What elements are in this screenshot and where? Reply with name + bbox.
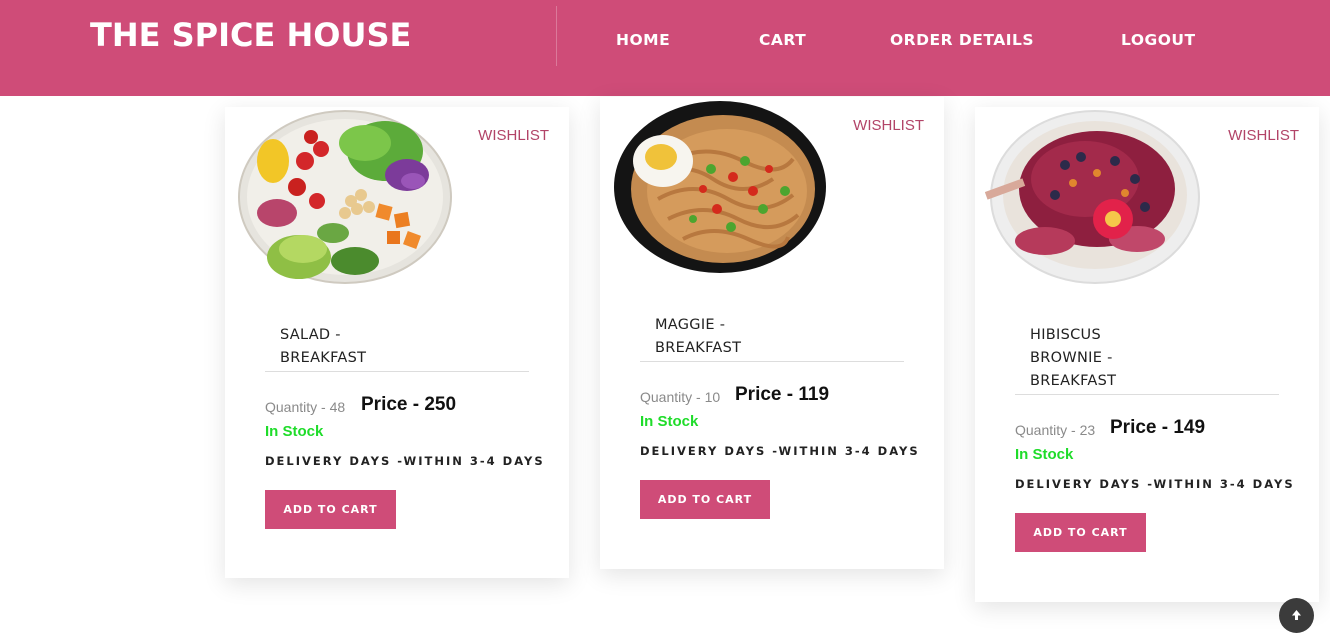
noodle-bowl-image	[614, 101, 826, 273]
wishlist-link[interactable]: WISHLIST	[1228, 127, 1299, 144]
brand-title[interactable]: THE SPICE HOUSE	[90, 16, 411, 54]
product-name-line: MAGGIE -	[655, 317, 726, 333]
acai-bowl-image	[985, 110, 1200, 284]
product-name: MAGGIE - BREAKFAST	[640, 314, 904, 362]
wishlist-link[interactable]: WISHLIST	[853, 117, 924, 134]
top-navbar: THE SPICE HOUSE HOME CART ORDER DETAILS …	[0, 0, 1330, 96]
delivery-days: DELIVERY DAYS -WITHIN 3-4 DAYS	[265, 454, 545, 468]
price-label: Price - 149	[1110, 417, 1206, 438]
product-name-line: HIBISCUS	[1030, 327, 1101, 343]
quantity-label: Quantity - 23	[1015, 422, 1096, 438]
product-name-line: BREAKFAST	[280, 350, 367, 366]
product-name-line: SALAD -	[280, 327, 341, 343]
salad-bowl-image	[238, 110, 452, 284]
navbar-divider	[556, 6, 557, 66]
price-label: Price - 119	[735, 384, 830, 405]
product-name: SALAD - BREAKFAST	[265, 324, 529, 372]
product-card: WISHLIST HIBISCUS BROWNIE - BREAKFAST Qu…	[975, 107, 1319, 602]
wishlist-link[interactable]: WISHLIST	[478, 127, 549, 144]
price-label: Price - 250	[361, 394, 457, 415]
arrow-up-icon	[1292, 610, 1301, 620]
quantity-label: Quantity - 48	[265, 399, 346, 415]
product-card: WISHLIST MAGGIE - BREAKFAST Quantity - 1…	[600, 97, 944, 569]
quantity-label: Quantity - 10	[640, 389, 721, 405]
product-name-line: BROWNIE -	[1030, 350, 1113, 366]
nav-home[interactable]: HOME	[616, 31, 670, 49]
nav-cart[interactable]: CART	[759, 31, 806, 49]
delivery-days: DELIVERY DAYS -WITHIN 3-4 DAYS	[1015, 477, 1295, 491]
product-card: WISHLIST SALAD - BREAKFAST Quantity - 48…	[225, 107, 569, 578]
nav-order-details[interactable]: ORDER DETAILS	[890, 31, 1034, 49]
product-name-line: BREAKFAST	[1030, 373, 1117, 389]
delivery-days: DELIVERY DAYS -WITHIN 3-4 DAYS	[640, 444, 920, 458]
scroll-to-top-button[interactable]	[1279, 598, 1314, 633]
add-to-cart-button[interactable]: ADD TO CART	[640, 480, 770, 519]
stock-status: In Stock	[1015, 446, 1074, 463]
add-to-cart-button[interactable]: ADD TO CART	[1015, 513, 1146, 552]
stock-status: In Stock	[640, 413, 699, 430]
add-to-cart-button[interactable]: ADD TO CART	[265, 490, 396, 529]
stock-status: In Stock	[265, 423, 324, 440]
product-name-line: BREAKFAST	[655, 340, 742, 356]
product-name: HIBISCUS BROWNIE - BREAKFAST	[1015, 324, 1279, 395]
nav-logout[interactable]: LOGOUT	[1121, 31, 1196, 49]
